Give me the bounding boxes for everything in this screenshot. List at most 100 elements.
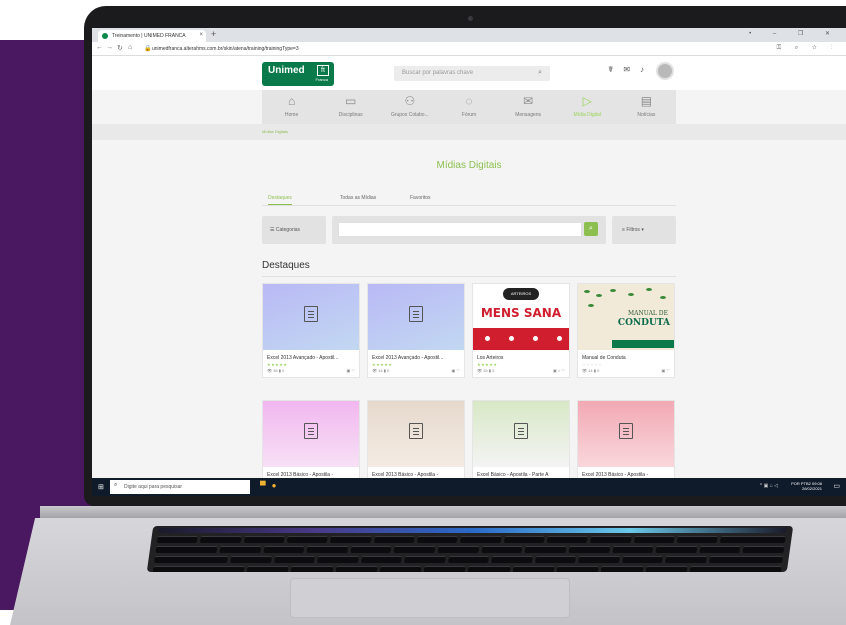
favicon-icon	[102, 33, 108, 39]
card-stats: 👁 14 ▮ 0 ▣ ♡	[578, 367, 674, 377]
card-title: Excel 2013 Básico - Apostila -	[582, 472, 649, 478]
key-row	[152, 566, 782, 572]
media-card[interactable]: Excel 2013 Básico - Apostila -	[367, 400, 465, 478]
header-search-input[interactable]: Buscar por palavras chave ⌕	[394, 66, 550, 81]
logo-subtext: Franca	[315, 77, 328, 82]
card-actions-icon[interactable]: ▣ ♡	[452, 368, 460, 373]
menu-label: Disciplinas	[338, 112, 363, 118]
media-search-box: ⌕	[332, 216, 606, 244]
tab-todas-midias[interactable]: Todas as Mídias	[340, 195, 376, 204]
card-title: Excel 2013 Básico - Apostila -	[267, 472, 334, 478]
menu-item-grupos[interactable]: ⚇ Grupos Colabo...	[380, 90, 439, 124]
newspaper-icon: ▤	[640, 94, 653, 108]
taskbar-search-input[interactable]: ⌕ Digite aqui para pesquisar	[110, 480, 250, 494]
reload-icon[interactable]: ↻	[117, 44, 123, 52]
cover-line-1: MANUAL DE	[627, 310, 668, 317]
media-card[interactable]: Excel Básico - Apostila - Parte A	[472, 400, 570, 478]
laptop-hinge	[40, 506, 846, 520]
back-icon[interactable]: ←	[96, 44, 103, 51]
screen-bezel-bottom	[92, 496, 846, 506]
avatar[interactable]	[656, 62, 674, 80]
menu-label: Fórum	[461, 112, 477, 118]
card-meta-text: 👁 14 ▮ 0	[582, 368, 600, 373]
media-card[interactable]: Excel 2013 Avançado - Apostil... ★★★★★ 👁…	[367, 283, 465, 378]
browser-tab[interactable]: Treinamento | UNIMED FRANCA ×	[98, 30, 206, 42]
unimed-logo[interactable]: Unimed ft Franca	[262, 62, 334, 86]
filters-button[interactable]: ≡ Filtros ▾	[612, 216, 676, 244]
cover-title: MENS SANA	[480, 306, 562, 320]
media-card[interactable]: Excel 2013 Avançado - Apostil... ★★★★★ 👁…	[262, 283, 360, 378]
card-thumbnail	[368, 401, 464, 467]
taskbar-search-placeholder: Digite aqui para pesquisar	[124, 484, 183, 490]
card-thumbnail	[263, 284, 359, 350]
logo-text: Unimed	[268, 65, 305, 76]
media-card[interactable]: MANUAL DE CONDUTA Manual de Conduta ☆☆☆☆…	[577, 283, 675, 378]
document-icon	[514, 423, 528, 439]
leaf-decoration	[596, 294, 602, 297]
tab-title: Treinamento | UNIMED FRANCA	[112, 33, 186, 39]
menu-item-home[interactable]: ⌂ Home	[262, 90, 321, 124]
cover-dot	[533, 336, 538, 341]
monitor-icon: ▭	[345, 94, 357, 108]
leaf-decoration	[628, 293, 634, 296]
search-icon[interactable]: ⌕	[538, 69, 542, 77]
new-tab-button[interactable]: +	[211, 29, 216, 39]
logo-symbol-icon: ft	[317, 65, 329, 76]
notification-icon[interactable]: ▭	[833, 482, 840, 490]
windows-start-icon[interactable]: ⊞	[98, 483, 104, 491]
card-stats: 👁 14 ▮ 0 ▣ ♡	[368, 367, 464, 377]
document-icon	[304, 423, 318, 439]
cover-dot	[557, 336, 562, 341]
camera	[468, 16, 473, 21]
laptop-screen: Treinamento | UNIMED FRANCA × + • – ❐ ✕ …	[92, 28, 846, 496]
envelope-icon: ✉	[523, 94, 534, 108]
cover-line-2: CONDUTA	[617, 318, 670, 328]
tray-icons[interactable]: ^ ▣ ⌂ ◁	[760, 483, 778, 489]
forward-icon[interactable]: →	[106, 44, 113, 51]
filters-label: Filtros	[626, 227, 640, 233]
home-icon[interactable]: ⌂	[128, 44, 132, 51]
divider	[262, 276, 676, 277]
touch-bar	[158, 528, 787, 533]
search-button[interactable]: ⌕	[584, 222, 598, 236]
menu-item-forum[interactable]: ◌ Fórum	[439, 90, 498, 124]
card-stats: 👁 33 ▮ 3 ▣ ⌂ ♡	[473, 367, 569, 377]
menu-item-disciplinas[interactable]: ▭ Disciplinas	[321, 90, 380, 124]
card-actions-icon[interactable]: ▣ ⌂ ♡	[553, 368, 565, 373]
leaf-decoration	[660, 296, 666, 299]
card-thumbnail: ARTEIROS MENS SANA	[473, 284, 569, 350]
media-card[interactable]: Excel 2013 Básico - Apostila -	[577, 400, 675, 478]
site-header: Unimed ft Franca Buscar por palavras cha…	[92, 56, 846, 90]
menu-item-mensagens[interactable]: ✉ Mensagens	[499, 90, 558, 124]
main-menu: ⌂ Home ▭ Disciplinas ⚇ Grupos Colabo... …	[262, 90, 676, 124]
media-card[interactable]: Excel 2013 Básico - Apostila -	[262, 400, 360, 478]
tab-favoritos[interactable]: Favoritos	[410, 195, 431, 204]
menu-item-noticias[interactable]: ▤ Notícias	[617, 90, 676, 124]
taskbar-app-icons[interactable]: ▀●	[260, 481, 283, 490]
leaf-decoration	[588, 304, 594, 307]
card-meta-text: 👁 14 ▮ 0	[372, 368, 390, 373]
leaf-decoration	[584, 290, 590, 293]
page-title: Mídias Digitais	[436, 160, 502, 171]
group-icon: ⚇	[404, 94, 416, 108]
card-thumbnail	[473, 401, 569, 467]
media-card[interactable]: ARTEIROS MENS SANA Los Arteiros ★★★★★ 👁 …	[472, 283, 570, 378]
media-search-input[interactable]	[338, 222, 582, 237]
tab-close-icon[interactable]: ×	[199, 32, 203, 38]
document-icon	[409, 423, 423, 439]
window-controls[interactable]: • – ❐ ✕	[749, 30, 840, 37]
breadcrumb-item[interactable]: Mídias Digitais	[262, 129, 288, 134]
tab-destaques[interactable]: Destaques	[268, 195, 292, 205]
url-text[interactable]: unimedfranca.alterahms.com.br/skin/atena…	[152, 46, 299, 52]
card-actions-icon[interactable]: ▣ ♡	[662, 368, 670, 373]
card-title: Excel Básico - Apostila - Parte A	[477, 472, 549, 478]
tray-clock[interactable]: POR PTB2 09:08 26/02/2021	[791, 481, 822, 491]
key-row	[154, 556, 784, 563]
toolbar-icons[interactable]: ⚿ ⌕ ☆ ⋮	[777, 45, 838, 52]
menu-item-midia-digital[interactable]: ▷ Mídia Digital	[558, 90, 617, 124]
card-actions-icon[interactable]: ▣ ♡	[347, 368, 355, 373]
categories-button[interactable]: ☰ Categorias	[262, 216, 326, 244]
keyboard	[146, 526, 794, 572]
play-icon: ▷	[582, 94, 592, 108]
header-icons[interactable]: ☤✉♪	[608, 65, 654, 74]
